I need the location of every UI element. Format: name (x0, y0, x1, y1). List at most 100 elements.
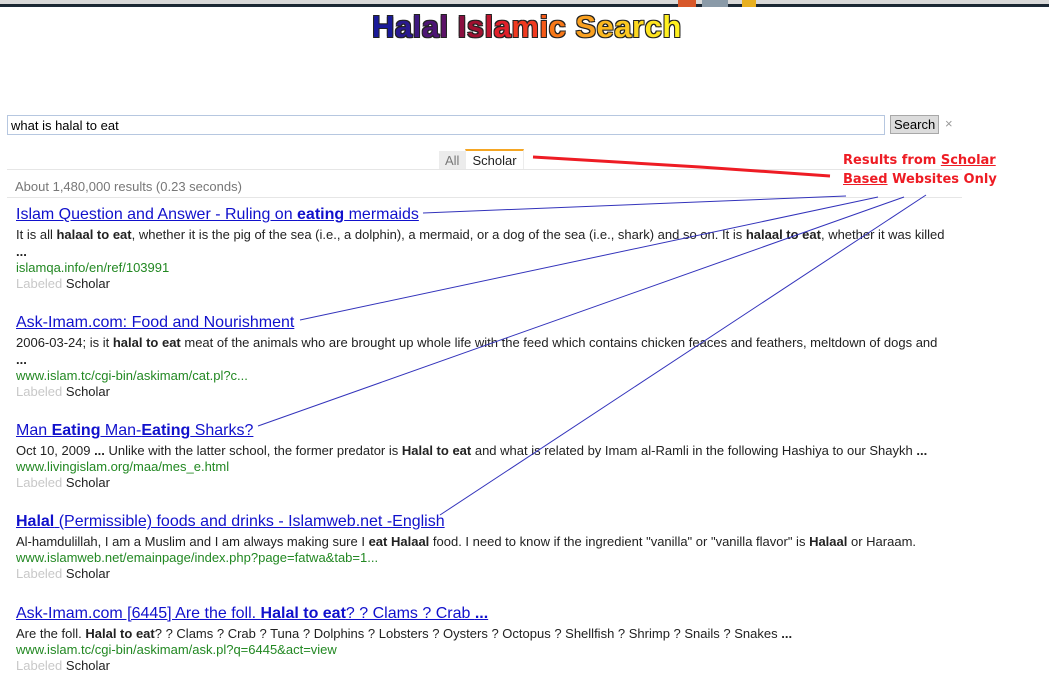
logo-letter: a (614, 9, 633, 44)
title-part: Sharks? (190, 422, 254, 439)
snippet-part: halal to eat (112, 335, 181, 350)
logo-letter: s (466, 9, 485, 44)
snippet-part: halaal to eat (56, 227, 132, 242)
labeled-prefix: Labeled (16, 475, 63, 490)
snippet-part: Oct 10, 2009 (16, 443, 95, 458)
search-input[interactable] (7, 115, 885, 135)
chrome-icon[interactable] (742, 0, 756, 7)
annotation-red-arrow (532, 155, 831, 178)
logo-letter: a (421, 9, 440, 44)
browser-taskbar (0, 0, 1049, 7)
logo-letter: c (548, 9, 567, 44)
search-tabs: All Scholar (439, 149, 524, 169)
title-part: Islam Question and Answer - Ruling on (16, 206, 298, 223)
snippet-part: food. I need to know if the ingredient "… (429, 534, 810, 549)
result-label: Labeled Scholar (16, 384, 946, 400)
snippet-part: ... (16, 244, 27, 259)
logo-letter: c (644, 9, 663, 44)
logo-letter: S (575, 9, 597, 44)
annotation-callout: Results from Scholar Based Websites Only (843, 151, 1000, 189)
snippet-part: ... (781, 626, 793, 641)
logo-letter: H (372, 9, 395, 44)
snippet-part: Al-hamdulillah, I am a Muslim and I am a… (16, 534, 369, 549)
snippet-part: ? ? Clams ? Crab ? Tuna ? Dolphins ? Lob… (154, 626, 782, 641)
search-result: Man Eating Man-Eating Sharks? Oct 10, 200… (16, 421, 946, 491)
result-label: Labeled Scholar (16, 475, 946, 491)
result-title-link[interactable]: Ask-Imam.com [6445] Are the foll. Halal … (16, 604, 488, 623)
label-scholar-link[interactable]: Scholar (66, 566, 110, 581)
snippet-part: eat Halaal (368, 534, 430, 549)
snippet-part: It is all (16, 227, 57, 242)
snippet-part: ... (916, 443, 928, 458)
title-part: Ask-Imam.com [6445] Are the foll. (16, 605, 261, 622)
logo-letter: l (484, 9, 494, 44)
labeled-prefix: Labeled (16, 384, 63, 399)
result-title-link[interactable]: Ask-Imam.com: Food and Nourishment (16, 313, 294, 332)
label-scholar-link[interactable]: Scholar (66, 276, 110, 291)
title-part: Eating (51, 422, 101, 439)
search-button[interactable]: Search (890, 115, 940, 134)
stats-divider (7, 197, 962, 198)
result-snippet: 2006-03-24; is it halal to eat meat of t… (16, 334, 946, 368)
snippet-part: , whether it is the pig of the sea (i.e.… (131, 227, 746, 242)
result-url: www.islam.tc/cgi-bin/askimam/ask.pl?q=64… (16, 642, 337, 657)
result-url: islamqa.info/en/ref/103991 (16, 260, 170, 275)
title-part: Halal to eat (260, 605, 346, 622)
browser-tab-icon[interactable] (678, 0, 696, 7)
title-part: mermaids (344, 206, 419, 223)
title-part: ? ? Clams ? Crab (345, 605, 475, 622)
title-part: ... (474, 605, 489, 622)
result-label: Labeled Scholar (16, 658, 946, 674)
result-snippet: Al-hamdulillah, I am a Muslim and I am a… (16, 533, 946, 550)
callout-text: Results from (843, 153, 941, 168)
snippet-part: ... (16, 352, 27, 367)
logo-letter: i (539, 9, 549, 44)
result-url: www.livingislam.org/maa/mes_e.html (16, 459, 230, 474)
title-part: (Permissible) foods and drinks - Islamwe… (54, 513, 445, 530)
snippet-part: and what is related by Imam al-Ramli in … (471, 443, 917, 458)
result-title-link[interactable]: Man Eating Man-Eating Sharks? (16, 421, 253, 440)
snippet-part: Are the foll. (16, 626, 86, 641)
logo-letter: l (412, 9, 422, 44)
result-snippet: Are the foll. Halal to eat? ? Clams ? Cr… (16, 625, 946, 642)
snippet-part: ... (94, 443, 105, 458)
title-part: Man- (100, 422, 142, 439)
logo-letter: r (632, 9, 645, 44)
title-part: Ask-Imam.com: Food and Nourishment (16, 314, 295, 331)
labeled-prefix: Labeled (16, 276, 63, 291)
result-label: Labeled Scholar (16, 276, 946, 292)
labeled-prefix: Labeled (16, 658, 63, 673)
label-scholar-link[interactable]: Scholar (66, 384, 110, 399)
label-scholar-link[interactable]: Scholar (66, 658, 110, 673)
snippet-part: meat of the animals who are brought up w… (180, 335, 938, 350)
logo-letter: m (511, 9, 540, 44)
snippet-part: Unlike with the latter school, the forme… (104, 443, 402, 458)
search-result: Ask-Imam.com [6445] Are the foll. Halal … (16, 604, 946, 674)
logo-letter: e (596, 9, 615, 44)
snippet-part: 2006-03-24; is it (16, 335, 113, 350)
result-snippet: Oct 10, 2009 ... Unlike with the latter … (16, 442, 946, 459)
result-url: www.islamweb.net/emainpage/index.php?pag… (16, 550, 379, 565)
result-title-link[interactable]: Islam Question and Answer - Ruling on ea… (16, 205, 419, 224)
result-stats: About 1,480,000 results (0.23 seconds) (15, 179, 242, 194)
callout-scholar: Scholar (940, 153, 996, 168)
snippet-part: Halal to eat (401, 443, 472, 458)
title-part: Eating (141, 422, 191, 439)
site-logo: Halal Islamic Search (372, 8, 682, 46)
snippet-part: Halaal (809, 534, 848, 549)
taskbar-app-icon[interactable] (702, 0, 728, 7)
result-snippet: It is all halaal to eat, whether it is t… (16, 226, 946, 260)
tabs-divider (7, 169, 962, 170)
clear-icon[interactable]: × (945, 116, 953, 131)
tab-scholar[interactable]: Scholar (465, 149, 524, 169)
callout-based: Based (843, 172, 888, 187)
search-result: Halal (Permissible) foods and drinks - I… (16, 512, 946, 582)
title-part: Halal (16, 513, 55, 530)
tab-all[interactable]: All (439, 151, 466, 169)
result-title-link[interactable]: Halal (Permissible) foods and drinks - I… (16, 512, 445, 531)
label-scholar-link[interactable]: Scholar (66, 475, 110, 490)
callout-text-2: Websites Only (887, 172, 997, 187)
search-result: Islam Question and Answer - Ruling on ea… (16, 205, 946, 292)
snippet-part: halaal to eat (745, 227, 821, 242)
search-result: Ask-Imam.com: Food and Nourishment 2006-0… (16, 313, 946, 400)
